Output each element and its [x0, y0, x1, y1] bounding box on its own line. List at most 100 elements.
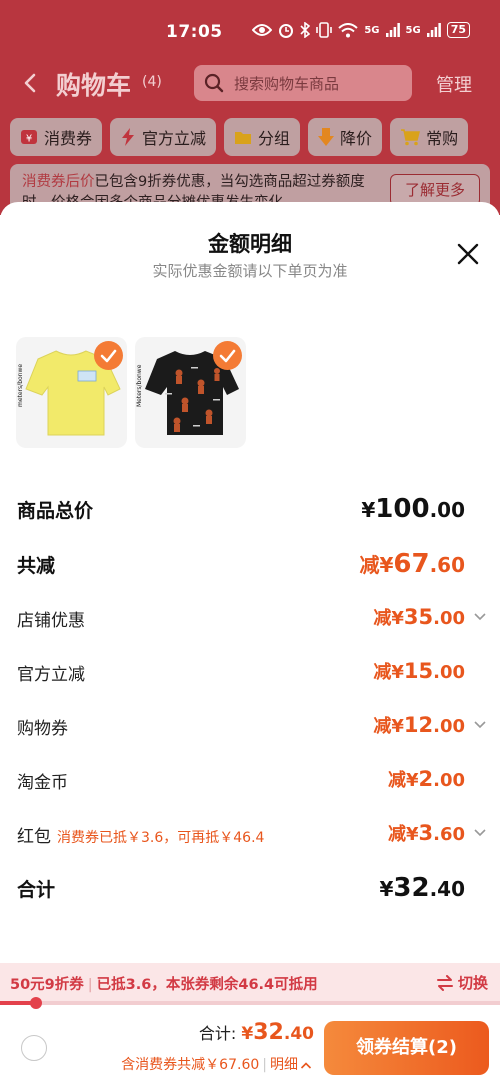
- currency-symbol: ¥: [361, 498, 376, 522]
- row-total: 合计 ¥32.40: [17, 873, 487, 903]
- currency-symbol: ¥: [405, 824, 419, 845]
- currency-symbol: ¥: [241, 1024, 254, 1044]
- amount-dec: .40: [429, 877, 465, 901]
- detail-label: 明细: [270, 1057, 298, 1073]
- sheet-subtitle: 实际优惠金额请以下单页为准: [152, 262, 348, 280]
- coupon-usage-bar: 50元9折券 | 已抵3.6，本张券剩余46.4可抵用 切换: [0, 963, 500, 1001]
- amount-dec: .00: [433, 716, 465, 737]
- redpacket-label: 红包: [17, 827, 51, 847]
- eye-icon: [252, 24, 273, 36]
- sheet-title: 金额明细: [208, 232, 292, 256]
- chevron-down-icon[interactable]: [473, 720, 487, 730]
- feature-label: 分组: [258, 129, 291, 148]
- taojinbi-label: 淘金币: [17, 773, 68, 793]
- svg-text:¥: ¥: [26, 134, 32, 145]
- close-icon[interactable]: [456, 242, 480, 266]
- network-5g-2: 5G: [405, 24, 421, 36]
- search-input[interactable]: 搜索购物车商品: [194, 65, 412, 101]
- currency-symbol: ¥: [391, 608, 404, 629]
- row-total-reduction: 共减 减¥67.60: [17, 549, 487, 579]
- alarm-icon: [279, 24, 294, 38]
- feature-price-drop[interactable]: 降价: [308, 118, 383, 156]
- coupon-usage-text: 50元9折券 | 已抵3.6，本张券剩余46.4可抵用: [10, 973, 318, 994]
- svg-text:Meters/bonwe: Meters/bonwe: [136, 364, 143, 407]
- cart-icon: [401, 129, 421, 146]
- feature-official-discount[interactable]: 官方立减: [110, 118, 217, 156]
- coupon-remaining-text: 已抵3.6，本张券剩余46.4可抵用: [96, 977, 318, 993]
- official-discount-amount: 减¥15.00: [373, 658, 465, 684]
- amount-dec: .60: [433, 824, 465, 845]
- bluetooth-icon: [300, 22, 311, 38]
- vibrate-icon: [316, 22, 333, 38]
- status-icons: 5G 5G 75: [252, 22, 470, 38]
- feature-label: 降价: [340, 129, 373, 148]
- folder-icon: [235, 132, 252, 144]
- subtotal-label: 商品总价: [17, 500, 94, 522]
- total-label: 合计: [17, 879, 56, 901]
- amount-int: 35: [403, 605, 434, 629]
- amount-dec: .00: [433, 770, 465, 791]
- feature-coupon[interactable]: ¥ 消费券: [10, 118, 103, 156]
- check-icon: [213, 341, 242, 370]
- network-5g-1: 5G: [364, 24, 380, 36]
- reduce-prefix: 减: [387, 824, 406, 845]
- row-taojinbi: 淘金币 减¥2.00: [17, 766, 487, 796]
- shopping-coupon-label: 购物券: [17, 719, 68, 739]
- amount-int: 100: [375, 494, 430, 524]
- manage-button[interactable]: 管理: [436, 71, 472, 97]
- subtotal-amount: ¥100.00: [361, 494, 465, 524]
- amount-dec: .60: [429, 553, 465, 577]
- battery-indicator: 75: [446, 22, 470, 38]
- store-discount-label: 店铺优惠: [17, 611, 85, 631]
- price-down-icon: [318, 128, 335, 146]
- currency-symbol: ¥: [379, 877, 394, 901]
- product-thumbnail[interactable]: meters/bonwe: [16, 337, 127, 448]
- reduce-prefix: 减: [373, 662, 392, 683]
- row-shopping-coupon[interactable]: 购物券 减¥12.00: [17, 712, 487, 742]
- lightning-icon: [122, 128, 135, 146]
- coupon-progress-bar: [0, 997, 500, 1009]
- cart-header: 购物车 (4) 搜索购物车商品 管理: [0, 60, 500, 108]
- amount-dec: .00: [433, 608, 465, 629]
- shopping-coupon-amount: 减¥12.00: [373, 712, 465, 738]
- chevron-down-icon[interactable]: [473, 828, 487, 838]
- signal-icon: [426, 23, 441, 37]
- feature-frequent[interactable]: 常购: [390, 118, 469, 156]
- divider: |: [262, 1057, 267, 1073]
- feature-group[interactable]: 分组: [224, 118, 301, 156]
- currency-symbol: ¥: [379, 553, 394, 577]
- reduce-prefix: 减: [373, 608, 392, 629]
- amount-detail-sheet: 金额明细 实际优惠金额请以下单页为准 meters/bonwe Meters/b…: [0, 202, 500, 1085]
- feature-toolbar: ¥ 消费券 官方立减 分组 降价 常购: [10, 118, 500, 158]
- svg-text:meters/bonwe: meters/bonwe: [17, 364, 24, 407]
- wifi-icon: [338, 22, 359, 37]
- checkout-button[interactable]: 领券结算(2): [324, 1021, 489, 1075]
- switch-coupon-button[interactable]: 切换: [436, 972, 488, 993]
- search-icon: [204, 73, 224, 93]
- coupon-icon: ¥: [21, 130, 37, 145]
- reduce-prefix: 减: [387, 770, 406, 791]
- detail-toggle[interactable]: 明细: [270, 1057, 312, 1073]
- amount-dec: .40: [283, 1024, 314, 1044]
- search-placeholder: 搜索购物车商品: [234, 75, 340, 93]
- row-redpacket[interactable]: 红包 消费券已抵￥3.6，可再抵￥46.4 减¥3.60: [17, 820, 487, 850]
- currency-symbol: ¥: [405, 770, 419, 791]
- amount-int: 32: [253, 1020, 284, 1045]
- currency-symbol: ¥: [391, 716, 404, 737]
- redpacket-amount: 减¥3.60: [388, 820, 465, 846]
- selected-products: meters/bonwe Meters/bonwe: [16, 337, 246, 448]
- status-bar: 17:05 5G 5G 75: [0, 0, 500, 60]
- notice-highlight: 消费券后价: [22, 174, 95, 190]
- row-store-discount[interactable]: 店铺优惠 减¥35.00: [17, 604, 487, 634]
- currency-symbol: ¥: [391, 662, 404, 683]
- check-icon: [94, 341, 123, 370]
- row-subtotal: 商品总价 ¥100.00: [17, 494, 487, 524]
- footer-total-label: 合计:: [198, 1024, 237, 1043]
- chevron-down-icon[interactable]: [473, 612, 487, 622]
- switch-label: 切换: [457, 974, 488, 992]
- product-thumbnail[interactable]: Meters/bonwe: [135, 337, 246, 448]
- back-arrow-icon[interactable]: [18, 70, 44, 96]
- status-time: 17:05: [166, 22, 223, 42]
- divider: |: [87, 977, 93, 993]
- select-all-checkbox[interactable]: [21, 1035, 47, 1061]
